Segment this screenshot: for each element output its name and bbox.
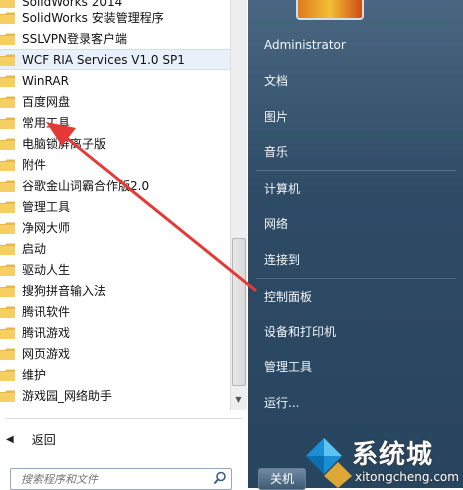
list-item-label: 谷歌金山词霸合作版2.0 (22, 179, 150, 193)
folder-icon (0, 159, 16, 171)
list-item[interactable]: 游戏园_网络助手 (0, 385, 230, 406)
admin-tools-link[interactable]: 管理工具 (264, 358, 312, 375)
folder-icon (0, 243, 16, 255)
list-item-label: 启动 (22, 242, 47, 256)
list-item[interactable]: 电脑锁屏离子版 (0, 133, 230, 154)
list-item-label: WCF RIA Services V1.0 SP1 (22, 52, 185, 67)
folder-icon (0, 264, 16, 276)
user-avatar[interactable] (296, 0, 364, 20)
list-item-highlighted[interactable]: WCF RIA Services V1.0 SP1 (0, 49, 230, 70)
list-item[interactable]: 驱动人生 (0, 259, 230, 280)
list-item-label: 腾讯游戏 (22, 326, 71, 340)
watermark-url: xitongcheng.com (355, 470, 459, 484)
list-item[interactable]: SSLVPN登录客户端 (0, 28, 230, 49)
scroll-down-icon[interactable]: ▼ (231, 392, 246, 408)
list-item-label: 腾讯软件 (22, 305, 71, 319)
search-box[interactable] (10, 468, 232, 490)
folder-icon (0, 33, 16, 45)
folder-icon (0, 306, 16, 318)
folder-icon (0, 75, 16, 87)
folder-icon (0, 138, 16, 150)
list-item[interactable]: 谷歌金山词霸合作版2.0 (0, 175, 230, 196)
list-item-label: WinRAR (22, 73, 69, 88)
list-item-label: 附件 (22, 158, 47, 172)
list-item-label: 驱动人生 (22, 263, 71, 277)
list-item-label: 净网大师 (22, 221, 71, 235)
folder-icon (0, 327, 16, 339)
folder-icon (0, 369, 16, 381)
list-item[interactable]: 启动 (0, 238, 230, 259)
list-item[interactable]: 附件 (0, 154, 230, 175)
music-link[interactable]: 音乐 (264, 143, 288, 160)
folder-icon (0, 348, 16, 360)
list-item[interactable]: 百度网盘 (0, 91, 230, 112)
list-item[interactable]: SolidWorks 安装管理程序 (0, 7, 230, 28)
back-label: 返回 (31, 432, 56, 447)
folder-icon (0, 96, 16, 108)
devices-printers-link[interactable]: 设备和打印机 (264, 323, 336, 340)
run-link[interactable]: 运行... (264, 394, 299, 411)
scrollbar-thumb[interactable] (232, 238, 246, 386)
folder-icon (0, 201, 16, 213)
folder-icon (0, 285, 16, 297)
search-icon[interactable] (213, 471, 227, 485)
documents-link[interactable]: 文档 (264, 72, 288, 89)
list-item[interactable]: 管理工具 (0, 196, 230, 217)
list-item-label: 百度网盘 (22, 95, 71, 109)
list-item-label: 游戏园_网络助手 (22, 389, 113, 403)
connect-to-link[interactable]: 连接到 (264, 251, 300, 268)
list-item[interactable]: 维护 (0, 364, 230, 385)
list-item-label: 常用工具 (22, 116, 71, 130)
back-button[interactable]: ◀ 返回 (6, 428, 56, 450)
folder-icon (0, 390, 16, 402)
list-item-label: 网页游戏 (22, 347, 71, 361)
list-item[interactable]: 搜狗拼音输入法 (0, 280, 230, 301)
separator (256, 278, 456, 279)
list-item-label: SSLVPN登录客户端 (22, 32, 128, 46)
separator (256, 170, 456, 171)
list-item-label: 电脑锁屏离子版 (22, 137, 107, 151)
folder-icon (0, 222, 16, 234)
list-item[interactable]: 腾讯游戏 (0, 322, 230, 343)
pictures-link[interactable]: 图片 (264, 108, 288, 125)
list-item[interactable]: 常用工具 (0, 112, 230, 133)
back-arrow-icon: ◀ (6, 433, 14, 445)
list-item[interactable]: WinRAR (0, 70, 230, 91)
watermark-text: 系统城 (352, 440, 434, 470)
list-item-label: 维护 (22, 368, 47, 382)
folder-icon (0, 180, 16, 192)
list-item[interactable]: 网页游戏 (0, 343, 230, 364)
folder-icon (0, 117, 16, 129)
folder-icon (0, 12, 16, 24)
list-item[interactable]: 净网大师 (0, 217, 230, 238)
list-item[interactable]: 腾讯软件 (0, 301, 230, 322)
search-input[interactable] (19, 469, 203, 489)
folder-icon (0, 54, 16, 66)
user-name-link[interactable]: Administrator (264, 38, 346, 52)
shutdown-button[interactable]: 关机 (258, 468, 306, 490)
control-panel-link[interactable]: 控制面板 (264, 288, 312, 305)
programs-pane: SolidWorks 2014 SolidWorks 安装管理程序 SSLVPN… (0, 0, 248, 490)
list-item-label: 管理工具 (22, 200, 71, 214)
computer-link[interactable]: 计算机 (264, 180, 300, 197)
list-item-label: SolidWorks 安装管理程序 (22, 11, 164, 25)
divider (6, 418, 242, 419)
network-link[interactable]: 网络 (264, 215, 288, 232)
programs-list: SolidWorks 2014 SolidWorks 安装管理程序 SSLVPN… (0, 0, 230, 410)
list-item-label: 搜狗拼音输入法 (22, 284, 107, 298)
